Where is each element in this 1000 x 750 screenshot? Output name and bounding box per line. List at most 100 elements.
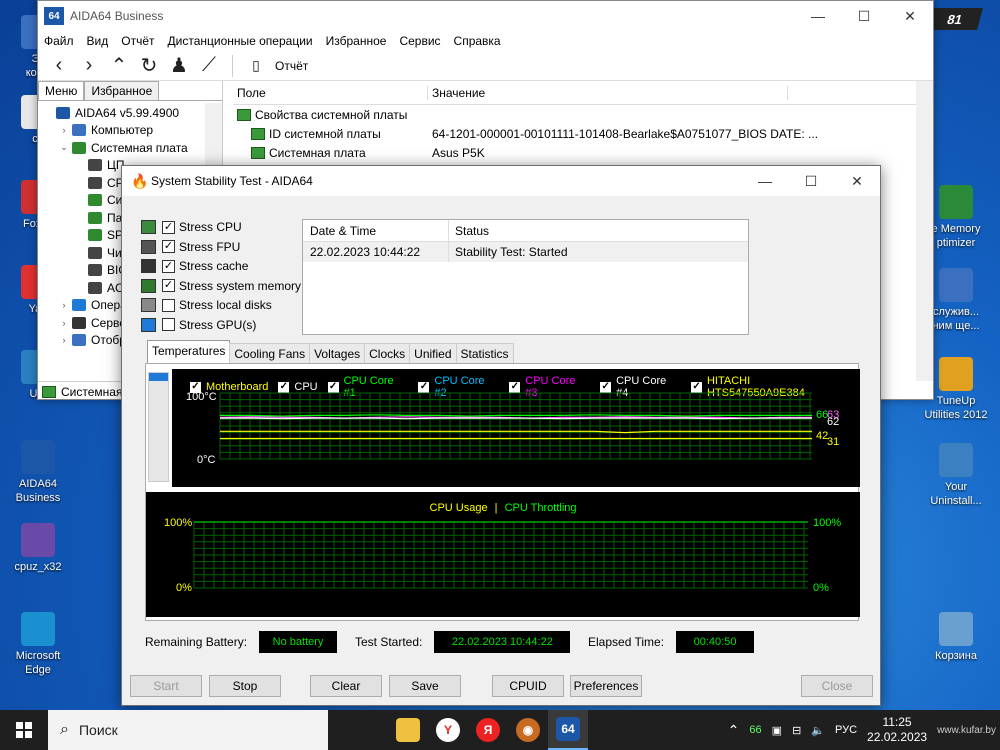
tray-chevron-icon[interactable]: ⌃ [728, 722, 740, 739]
desktop-icon[interactable]: cpuz_x32 [0, 523, 76, 574]
stress-option[interactable]: Stress local disks [141, 296, 272, 314]
refresh-icon[interactable]: ↻ [134, 53, 164, 79]
stress-option[interactable]: ✓ Stress FPU [141, 238, 240, 256]
tree-node-icon [72, 124, 86, 137]
taskbar-yandex[interactable]: Я [468, 710, 508, 750]
menu-item[interactable]: Вид [87, 34, 109, 48]
menu-item[interactable]: Избранное [326, 34, 387, 48]
graph-tab[interactable]: Clocks [364, 343, 411, 364]
preferences-button[interactable]: Preferences [570, 675, 642, 697]
tree-item[interactable]: › Компьютер [38, 122, 222, 140]
close-button-sst[interactable]: Close [801, 675, 873, 697]
tree-toggle-icon[interactable]: › [58, 318, 70, 328]
log-time: 22.02.2023 10:44:22 [303, 242, 449, 262]
desktop-icon-label: Корзина [935, 650, 977, 662]
taskbar-yandex-browser[interactable]: Y [428, 710, 468, 750]
close-button[interactable]: ✕ [887, 1, 933, 31]
clear-button[interactable]: Clear [310, 675, 382, 697]
tree-item[interactable]: AIDA64 v5.99.4900 [38, 104, 222, 122]
graph-tab[interactable]: Voltages [309, 343, 366, 364]
stress-checkbox[interactable]: ✓ [162, 259, 175, 273]
stress-option[interactable]: ✓ Stress CPU [141, 218, 242, 236]
tree-toggle-icon[interactable]: › [58, 335, 70, 345]
column-value[interactable]: Значение [428, 85, 788, 100]
taskbar-media[interactable]: ◉ [508, 710, 548, 750]
desktop-icon-label: cpuz_x32 [14, 561, 62, 573]
tray-language[interactable]: РУС [835, 724, 857, 736]
tree-toggle-icon[interactable]: › [58, 125, 70, 135]
start-button[interactable]: Start [130, 675, 202, 697]
maximize-button[interactable]: ☐ [841, 1, 887, 31]
log-header-time[interactable]: Date & Time [303, 220, 449, 241]
tab-menu[interactable]: Меню [38, 81, 85, 100]
stress-option[interactable]: ✓ Stress system memory [141, 277, 301, 295]
clock[interactable]: 11:25 22.02.2023 [867, 715, 927, 745]
stop-button[interactable]: Stop [209, 675, 281, 697]
stress-checkbox[interactable]: ✓ [162, 240, 175, 253]
sst-close-button[interactable]: ✕ [834, 166, 880, 196]
graph-tab[interactable]: Cooling Fans [229, 343, 311, 364]
log-header-status[interactable]: Status [449, 224, 489, 238]
graph-tab[interactable]: Temperatures [147, 340, 231, 364]
table-row[interactable]: Системная плата Asus P5K [233, 143, 933, 162]
taskbar-file-explorer[interactable] [388, 710, 428, 750]
tree-item[interactable]: ⌄ Системная плата [38, 139, 222, 157]
table-row[interactable]: Свойства системной платы [233, 105, 933, 124]
graph-scrollbar[interactable] [148, 372, 169, 482]
menu-item[interactable]: Дистанционные операции [168, 34, 313, 48]
details-scrollbar[interactable] [916, 81, 933, 381]
stress-checkbox[interactable]: ✓ [162, 220, 175, 234]
desktop-app-icon [939, 612, 973, 646]
log-row[interactable]: 22.02.2023 10:44:22 Stability Test: Star… [303, 242, 748, 262]
tree-node-icon [56, 106, 70, 119]
stress-option[interactable]: Stress GPU(s) [141, 316, 256, 334]
desktop-icon[interactable]: Microsoft Edge [0, 612, 76, 677]
tree-toggle-icon[interactable]: ⌄ [58, 142, 70, 153]
desktop-icon[interactable]: Your Uninstall... [912, 443, 1000, 508]
row-icon [251, 146, 265, 159]
report-icon[interactable]: ▯ [241, 53, 271, 79]
graph-tab[interactable]: Statistics [455, 343, 514, 364]
menu-item[interactable]: Справка [454, 34, 501, 48]
user-icon[interactable]: ♟ [164, 53, 194, 79]
report-button[interactable]: Отчёт [275, 59, 308, 73]
minimize-button[interactable]: — [795, 1, 841, 31]
tree-node-icon [88, 159, 102, 172]
stability-test-window: 🔥 System Stability Test - AIDA64 — ☐ ✕ ✓… [121, 165, 881, 706]
tray-aida-icon[interactable]: ▣ [772, 724, 782, 737]
taskbar-aida64[interactable]: 64 [548, 710, 588, 750]
forward-icon[interactable]: › [74, 53, 104, 79]
column-field[interactable]: Поле [233, 85, 428, 100]
taskbar-search[interactable]: ⌕ Поиск [48, 710, 328, 750]
back-icon[interactable]: ‹ [44, 53, 74, 79]
desktop-icon[interactable]: AIDA64 Business [0, 440, 76, 505]
stress-checkbox[interactable] [162, 298, 175, 312]
tree-toggle-icon[interactable]: › [58, 300, 70, 310]
stress-checkbox[interactable]: ✓ [162, 279, 175, 292]
table-row[interactable]: ID системной платы 64-1201-000001-0010111… [233, 124, 933, 143]
cpu-usage-plot [193, 521, 808, 589]
menu-item[interactable]: Сервис [399, 34, 440, 48]
save-button[interactable]: Save [389, 675, 461, 697]
status-text: Системная [61, 384, 123, 399]
chart-icon[interactable]: ⟋ [194, 53, 224, 79]
tray-volume-icon[interactable]: 🔈 [811, 724, 825, 737]
up-icon[interactable]: ⌃ [104, 53, 134, 79]
stress-option[interactable]: ✓ Stress cache [141, 257, 248, 275]
tray-temp[interactable]: 66 [749, 724, 761, 736]
stress-label: Stress cache [179, 259, 249, 273]
desktop-icon[interactable]: Корзина [912, 612, 1000, 663]
cpuid-button[interactable]: CPUID [492, 675, 564, 697]
hardware-icon [141, 239, 156, 254]
sst-minimize-button[interactable]: — [742, 166, 788, 196]
menu-item[interactable]: Отчёт [121, 34, 154, 48]
sst-maximize-button[interactable]: ☐ [788, 166, 834, 196]
tray-network-icon[interactable]: ⊟ [792, 724, 801, 737]
graph-tab[interactable]: Unified [409, 343, 457, 364]
start-button-windows[interactable] [0, 710, 48, 750]
menu-item[interactable]: Файл [44, 34, 74, 48]
row-value: Asus P5K [432, 145, 485, 160]
stress-checkbox[interactable] [162, 318, 175, 331]
tab-favorites[interactable]: Избранное [84, 81, 160, 100]
test-started-label: Test Started: [355, 635, 423, 649]
